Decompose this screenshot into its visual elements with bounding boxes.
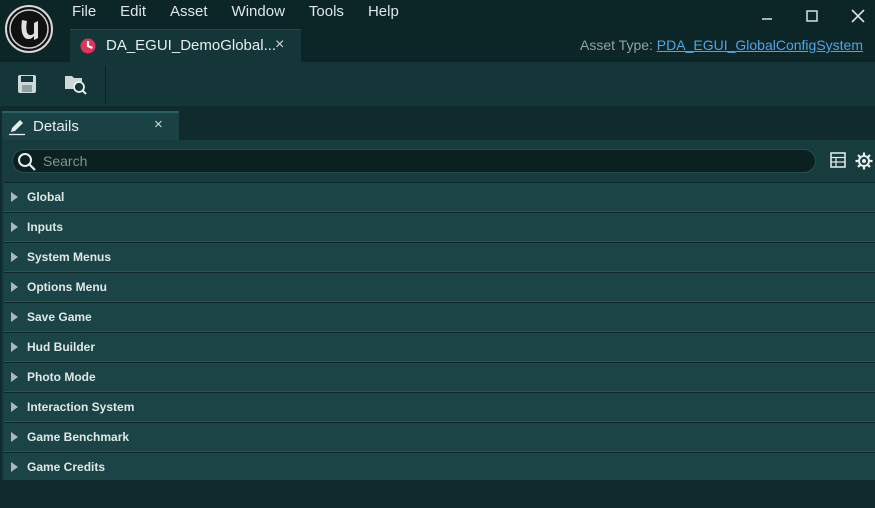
- title-bar: File Edit Asset Window Tools Help DA_EGU…: [0, 0, 875, 62]
- document-tab-close-button[interactable]: ×: [275, 36, 284, 54]
- expand-arrow-icon[interactable]: [11, 432, 18, 442]
- category-label: Interaction System: [27, 400, 135, 414]
- browse-icon[interactable]: [64, 72, 88, 96]
- document-tab[interactable]: DA_EGUI_DemoGlobal... ×: [70, 29, 301, 62]
- category-hud-builder[interactable]: Hud Builder: [4, 332, 875, 362]
- category-label: Hud Builder: [27, 340, 95, 354]
- menu-bar: File Edit Asset Window Tools Help: [60, 0, 411, 24]
- menu-file[interactable]: File: [60, 0, 108, 24]
- details-tab-strip: Details ×: [0, 106, 875, 140]
- table-icon[interactable]: [830, 152, 846, 173]
- menu-edit[interactable]: Edit: [108, 0, 158, 24]
- search-box[interactable]: [12, 149, 816, 173]
- details-tab-label: Details: [33, 118, 79, 135]
- expand-arrow-icon[interactable]: [11, 252, 18, 262]
- category-list: Global Inputs System Menus Options Menu …: [4, 182, 875, 482]
- category-label: Save Game: [27, 310, 92, 324]
- search-input[interactable]: [43, 151, 803, 171]
- category-label: Inputs: [27, 220, 63, 234]
- pencil-icon: [8, 118, 26, 141]
- asset-type-link[interactable]: PDA_EGUI_GlobalConfigSystem: [657, 37, 863, 53]
- details-panel: Global Inputs System Menus Options Menu …: [2, 140, 875, 508]
- menu-asset[interactable]: Asset: [158, 0, 220, 24]
- expand-arrow-icon[interactable]: [11, 402, 18, 412]
- expand-arrow-icon[interactable]: [11, 462, 18, 472]
- expand-arrow-icon[interactable]: [11, 342, 18, 352]
- unreal-logo-icon[interactable]: [5, 5, 53, 53]
- category-game-credits[interactable]: Game Credits: [4, 452, 875, 482]
- expand-arrow-icon[interactable]: [11, 222, 18, 232]
- maximize-icon[interactable]: [798, 4, 826, 28]
- category-save-game[interactable]: Save Game: [4, 302, 875, 332]
- details-tab-close-button[interactable]: ×: [154, 116, 163, 133]
- category-system-menus[interactable]: System Menus: [4, 242, 875, 272]
- asset-type-label: Asset Type:: [580, 37, 657, 53]
- search-icon: [17, 152, 37, 177]
- panel-empty-area: [2, 480, 875, 508]
- menu-help[interactable]: Help: [356, 0, 411, 24]
- expand-arrow-icon[interactable]: [11, 282, 18, 292]
- category-inputs[interactable]: Inputs: [4, 212, 875, 242]
- category-label: System Menus: [27, 250, 112, 264]
- category-label: Global: [27, 190, 65, 204]
- expand-arrow-icon[interactable]: [11, 192, 18, 202]
- expand-arrow-icon[interactable]: [11, 372, 18, 382]
- toolbar: [0, 62, 875, 106]
- category-label: Game Benchmark: [27, 430, 130, 444]
- category-label: Game Credits: [27, 460, 106, 474]
- minimize-icon[interactable]: [753, 4, 781, 28]
- asset-type-info: Asset Type: PDA_EGUI_GlobalConfigSystem: [580, 37, 863, 53]
- gear-icon[interactable]: [855, 152, 873, 175]
- close-icon[interactable]: [844, 4, 872, 28]
- category-game-benchmark[interactable]: Game Benchmark: [4, 422, 875, 452]
- save-icon[interactable]: [15, 72, 39, 96]
- details-tab[interactable]: Details ×: [2, 111, 179, 140]
- category-label: Photo Mode: [27, 370, 96, 384]
- expand-arrow-icon[interactable]: [11, 312, 18, 322]
- data-asset-icon: [80, 38, 96, 54]
- document-tab-label: DA_EGUI_DemoGlobal...: [106, 37, 277, 54]
- category-global[interactable]: Global: [4, 182, 875, 212]
- menu-tools[interactable]: Tools: [297, 0, 356, 24]
- menu-window[interactable]: Window: [220, 0, 297, 24]
- category-photo-mode[interactable]: Photo Mode: [4, 362, 875, 392]
- category-label: Options Menu: [27, 280, 107, 294]
- category-options-menu[interactable]: Options Menu: [4, 272, 875, 302]
- toolbar-separator: [105, 66, 106, 104]
- category-interaction-system[interactable]: Interaction System: [4, 392, 875, 422]
